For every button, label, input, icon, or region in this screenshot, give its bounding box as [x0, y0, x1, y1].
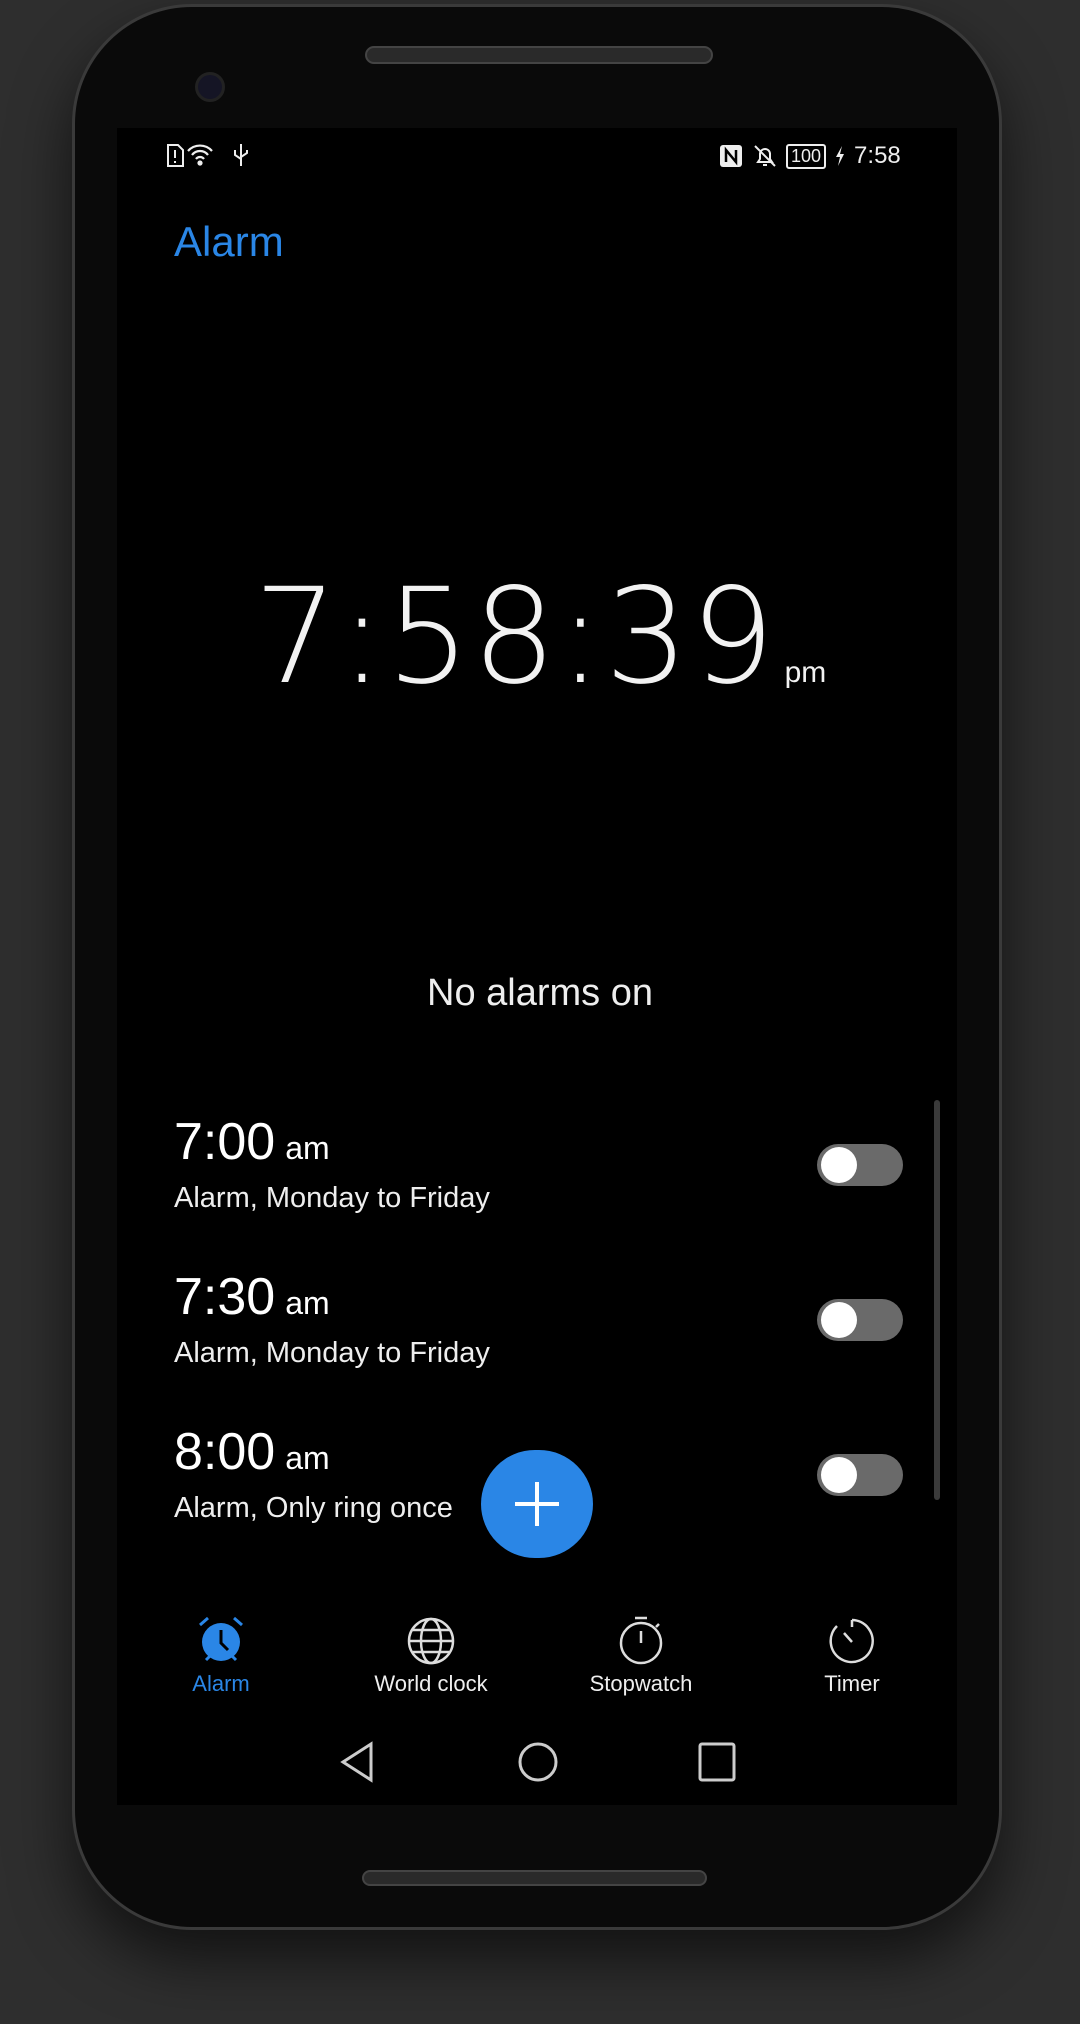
tab-label: Timer [824, 1671, 880, 1696]
recents-button[interactable] [695, 1740, 739, 1784]
page-title: Alarm [174, 218, 284, 265]
add-alarm-button[interactable] [481, 1450, 593, 1558]
bell-off-icon [754, 145, 776, 167]
tab-stopwatch[interactable]: Stopwatch [541, 1615, 741, 1697]
tab-label: World clock [374, 1671, 488, 1696]
alarm-time: 7:00 [174, 1113, 276, 1171]
alarm-ampm: am [285, 1130, 330, 1166]
alarm-label: Alarm, Monday to Friday [174, 1182, 490, 1214]
tab-timer[interactable]: Timer [752, 1615, 952, 1697]
alarm-toggle[interactable] [817, 1299, 903, 1341]
tab-label: Stopwatch [589, 1671, 693, 1696]
speaker-grille [365, 46, 713, 64]
alarm-summary: No alarms on [427, 972, 653, 1014]
alarm-clock-icon [199, 1616, 243, 1662]
tab-label: Alarm [192, 1671, 250, 1696]
front-camera [195, 72, 225, 102]
alarm-ampm: am [285, 1285, 330, 1321]
alarm-label: Alarm, Monday to Friday [174, 1337, 490, 1369]
globe-icon [407, 1617, 455, 1665]
alarm-toggle[interactable] [817, 1144, 903, 1186]
alarm-time: 7:30 [174, 1268, 276, 1326]
alarm-time: 8:00 [174, 1423, 276, 1481]
nfc-icon [720, 145, 742, 167]
wifi-icon [187, 144, 213, 166]
bottom-speaker [362, 1870, 707, 1886]
scrollbar[interactable] [934, 1100, 940, 1500]
alarm-toggle[interactable] [817, 1454, 903, 1496]
home-button[interactable] [516, 1740, 560, 1784]
alarm-item[interactable]: 7:00 am Alarm, Monday to Friday [174, 1112, 914, 1262]
usb-icon [234, 144, 248, 166]
sim-alert-icon [167, 144, 184, 167]
clock-time: 7:58:39 [253, 560, 777, 714]
status-right: 100 7:58 [718, 142, 901, 170]
alarm-ampm: am [285, 1440, 330, 1476]
battery-indicator: 100 [786, 143, 827, 169]
timer-icon [829, 1618, 874, 1664]
plus-icon [515, 1482, 559, 1526]
tab-alarm[interactable]: Alarm [121, 1615, 321, 1697]
tab-world-clock[interactable]: World clock [331, 1615, 531, 1697]
current-time: 7:58:39 pm [0, 560, 1080, 714]
status-time: 7:58 [854, 142, 901, 169]
charging-icon [836, 146, 845, 166]
stopwatch-icon [619, 1616, 663, 1665]
back-button[interactable] [337, 1740, 377, 1784]
alarm-item[interactable]: 7:30 am Alarm, Monday to Friday [174, 1267, 914, 1417]
clock-ampm: pm [784, 656, 827, 689]
status-left-icons [166, 142, 256, 175]
